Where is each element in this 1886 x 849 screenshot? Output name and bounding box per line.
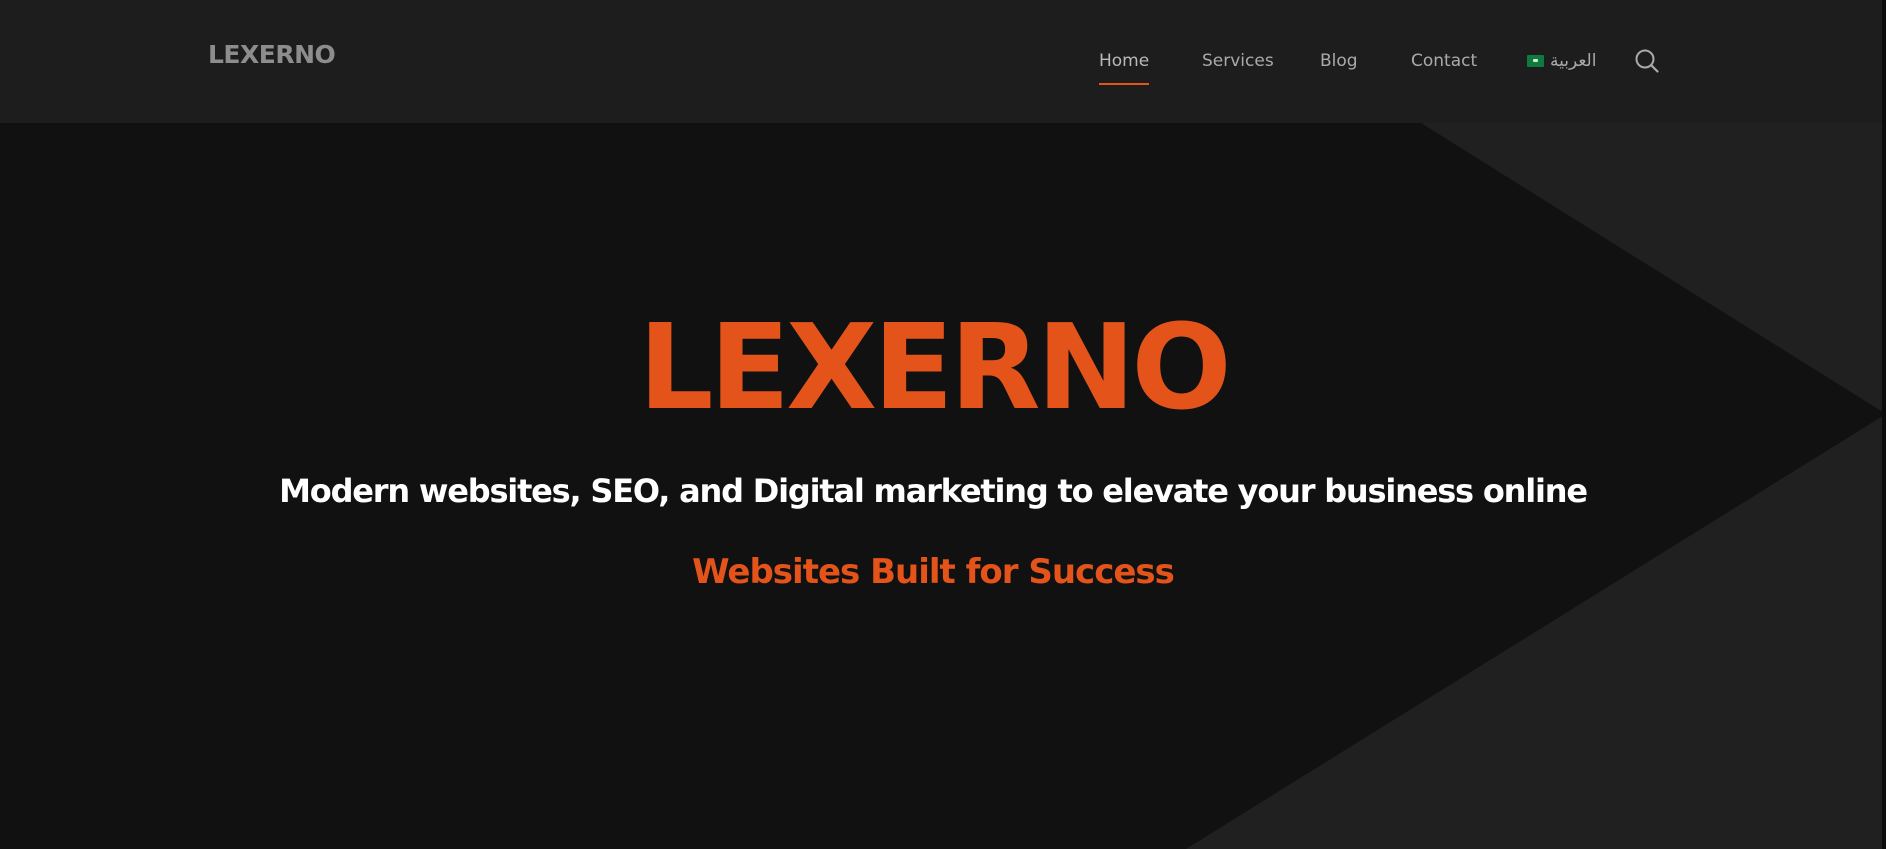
nav-item-label: Home <box>1099 51 1150 71</box>
hero-title: LEXERNO <box>638 298 1231 436</box>
nav-item-label: Services <box>1202 51 1274 71</box>
language-switcher[interactable]: العربية <box>1527 49 1596 73</box>
page: LEXERNO Home Services Blog Contact العرب… <box>0 0 1886 849</box>
active-nav-underline <box>1099 83 1150 85</box>
hero-subtitle: Modern websites, SEO, and Digital market… <box>279 472 1588 510</box>
hero-section: LEXERNO Modern websites, SEO, and Digita… <box>0 123 1886 849</box>
saudi-flag-icon <box>1527 55 1544 67</box>
nav-item-label: Contact <box>1411 51 1478 71</box>
nav-item-services[interactable]: Services <box>1202 50 1274 72</box>
hero-tagline: Websites Built for Success <box>692 552 1175 592</box>
nav-item-blog[interactable]: Blog <box>1320 50 1358 72</box>
scrollbar-edge <box>1882 0 1886 849</box>
nav-item-home[interactable]: Home <box>1099 50 1150 85</box>
nav-item-contact[interactable]: Contact <box>1411 50 1477 72</box>
search-icon <box>1635 49 1659 73</box>
nav-item-label: Blog <box>1320 51 1358 71</box>
site-header: LEXERNO Home Services Blog Contact العرب… <box>0 0 1886 123</box>
site-logo[interactable]: LEXERNO <box>208 42 336 67</box>
search-button[interactable] <box>1634 48 1660 74</box>
language-label: العربية <box>1550 51 1597 71</box>
